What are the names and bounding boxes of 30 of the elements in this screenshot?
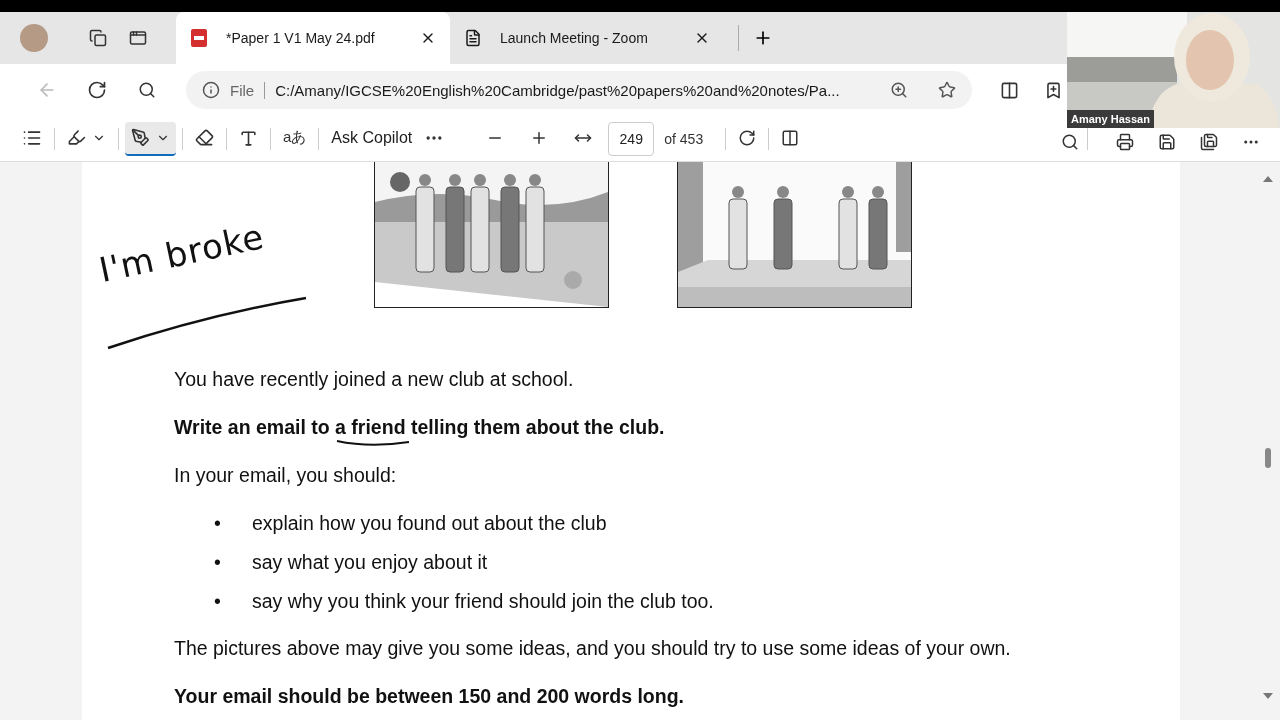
browser-tab[interactable]: Launch Meeting - Zoom <box>450 12 724 64</box>
zoom-icon[interactable] <box>890 81 908 99</box>
length-text: Your email should be between 150 and 200 words long. <box>174 684 685 708</box>
bullet-text: say what you enjoy about it <box>252 550 488 574</box>
bullet-mark: • <box>214 511 222 535</box>
task-text: Write an email to a friend telling them about the club. <box>174 415 1180 447</box>
bullet-mark: • <box>214 589 222 613</box>
pen-icon <box>131 128 150 147</box>
star-icon[interactable] <box>938 81 956 99</box>
bullet-text: say why you think your friend should join the club too. <box>252 589 714 613</box>
intro-text: You have recently joined a new club at school. <box>174 367 575 391</box>
draw-tool[interactable] <box>125 121 176 156</box>
text-box-icon[interactable] <box>239 129 258 148</box>
document-icon <box>464 29 482 47</box>
page-number-field[interactable]: 249 <box>608 121 655 156</box>
page-total: of 453 <box>664 130 704 147</box>
handwritten-note: I'm broke <box>95 216 268 290</box>
note-text: The pictures above may give you some ideas, and you should try to use some ideas of your own. <box>174 636 1012 660</box>
pdf-icon <box>190 28 208 48</box>
info-icon[interactable] <box>202 81 220 99</box>
bullet-mark: • <box>214 550 222 574</box>
browser-tab[interactable]: *Paper 1 V1 May 24.pdf <box>176 12 450 64</box>
favorites-icon[interactable] <box>1044 80 1063 100</box>
participant-name: Amany Hassan <box>1067 110 1154 128</box>
address-field[interactable]: File C:/Amany/IGCSE%20English%20Cambridge/past%20papers%20and%20notes/Pa... <box>186 71 972 109</box>
copilot-button[interactable]: Ask Copilot <box>325 121 419 156</box>
read-aloud-button[interactable]: aあ <box>277 121 313 156</box>
bullet-text: explain how you found out about the club <box>252 511 607 535</box>
lead-text: In your email, you should: <box>174 463 398 487</box>
highlighter-icon <box>67 128 86 147</box>
